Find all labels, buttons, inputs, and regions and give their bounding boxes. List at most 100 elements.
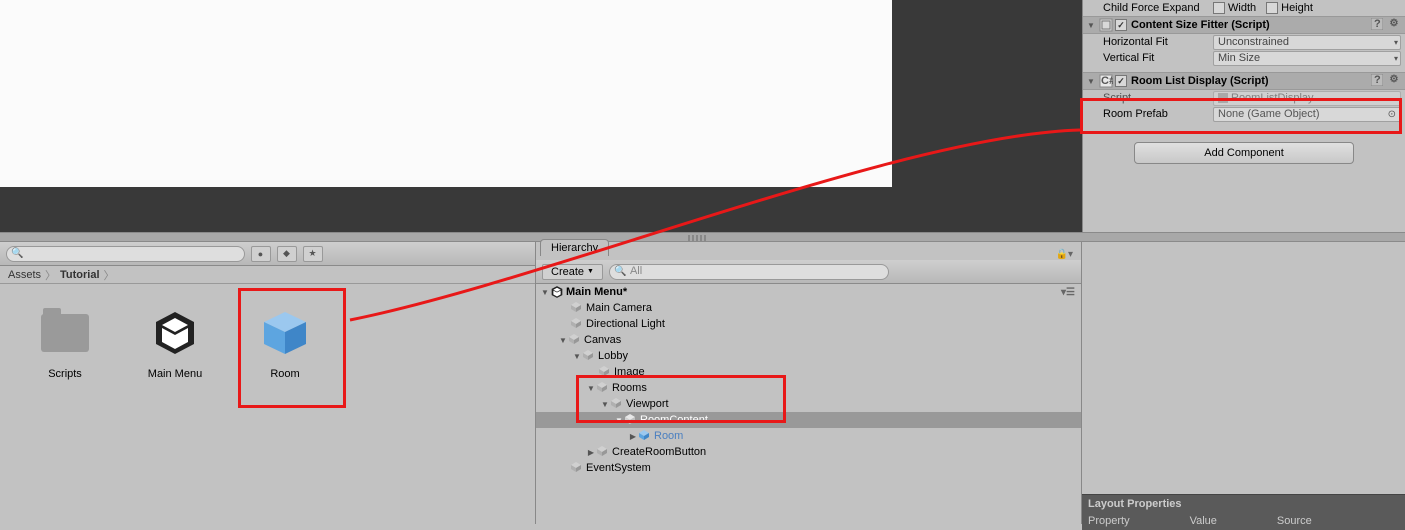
script-row: Script RoomListDisplay — [1083, 90, 1405, 106]
room-prefab-value: None (Game Object) — [1218, 108, 1319, 120]
node-label: EventSystem — [586, 462, 651, 474]
asset-room-prefab[interactable]: Room — [250, 304, 320, 380]
hierarchy-tree[interactable]: ▼ Main Menu* ▾☰ Main Camera Directional … — [536, 284, 1081, 524]
foldout-icon[interactable]: ▼ — [614, 416, 624, 425]
room-prefab-field[interactable]: None (Game Object) ⊙ — [1213, 107, 1401, 122]
folder-icon — [36, 304, 94, 362]
hierarchy-item-canvas[interactable]: ▼ Canvas — [536, 332, 1081, 348]
foldout-icon[interactable]: ▼ — [586, 384, 596, 393]
svg-text:C#: C# — [1101, 75, 1113, 87]
filter-button[interactable]: ◆ — [277, 246, 297, 262]
help-icon[interactable]: ? — [1371, 18, 1385, 32]
hierarchy-search[interactable]: 🔍 All — [609, 264, 889, 280]
col-value: Value — [1190, 515, 1217, 527]
hierarchy-tab[interactable]: Hierarchy — [540, 239, 609, 256]
search-icon: 🔍 — [11, 248, 23, 259]
hierarchy-toolbar: Create ▼ 🔍 All — [536, 260, 1081, 284]
add-component-label: Add Component — [1204, 147, 1284, 159]
panel-separator[interactable] — [0, 232, 1405, 242]
project-panel: 🔍 ● ◆ ★ Assets 〉 Tutorial 〉 Scripts — [0, 242, 536, 524]
hierarchy-item-main-camera[interactable]: Main Camera — [536, 300, 1081, 316]
layout-properties-title: Layout Properties — [1088, 498, 1182, 510]
horizontal-fit-value: Unconstrained — [1218, 36, 1289, 48]
node-label: Main Camera — [586, 302, 652, 314]
asset-label: Main Menu — [148, 368, 202, 380]
hierarchy-item-directional-light[interactable]: Directional Light — [536, 316, 1081, 332]
foldout-icon[interactable]: ▼ — [540, 288, 550, 297]
hierarchy-item-room[interactable]: ▶ Room — [536, 428, 1081, 444]
hierarchy-item-lobby[interactable]: ▼ Lobby — [536, 348, 1081, 364]
prefab-icon — [256, 304, 314, 362]
col-source: Source — [1277, 515, 1312, 527]
vertical-fit-row: Vertical Fit Min Size ▾ — [1083, 50, 1405, 66]
width-checkbox[interactable] — [1213, 2, 1225, 14]
foldout-icon[interactable]: ▼ — [1087, 21, 1099, 30]
asset-grid[interactable]: Scripts Main Menu — [0, 284, 535, 524]
width-label: Width — [1228, 2, 1256, 14]
hierarchy-item-room-content[interactable]: ▼ RoomContent — [536, 412, 1081, 428]
asset-main-menu-scene[interactable]: Main Menu — [140, 304, 210, 380]
foldout-icon[interactable]: ▶ — [628, 432, 638, 441]
horizontal-fit-dropdown[interactable]: Unconstrained ▾ — [1213, 35, 1401, 50]
script-icon: C# — [1099, 74, 1113, 88]
height-checkbox[interactable] — [1266, 2, 1278, 14]
foldout-icon[interactable]: ▼ — [600, 400, 610, 409]
gameobject-icon — [582, 349, 596, 363]
node-label: CreateRoomButton — [612, 446, 706, 458]
scene-name: Main Menu* — [566, 286, 627, 298]
create-button[interactable]: Create ▼ — [542, 264, 603, 280]
gear-icon[interactable]: ⚙ — [1387, 74, 1401, 88]
filter-button[interactable]: ★ — [303, 246, 323, 262]
foldout-icon[interactable]: ▼ — [558, 336, 568, 345]
layout-properties-columns: Property Value Source — [1082, 512, 1405, 530]
asset-scripts-folder[interactable]: Scripts — [30, 304, 100, 380]
script-ref-icon — [1218, 93, 1228, 103]
layout-properties-header[interactable]: Layout Properties — [1082, 494, 1405, 512]
gameobject-icon — [570, 301, 584, 315]
hierarchy-item-image[interactable]: Image — [536, 364, 1081, 380]
gameobject-icon — [610, 397, 624, 411]
add-component-button[interactable]: Add Component — [1134, 142, 1354, 164]
enable-checkbox[interactable] — [1115, 19, 1127, 31]
filter-button[interactable]: ● — [251, 246, 271, 262]
gameobject-icon — [596, 445, 610, 459]
object-picker-icon[interactable]: ⊙ — [1388, 109, 1396, 120]
breadcrumb-item[interactable]: Assets — [8, 269, 41, 281]
node-label: Rooms — [612, 382, 647, 394]
scene-canvas — [0, 0, 892, 187]
hierarchy-item-viewport[interactable]: ▼ Viewport — [536, 396, 1081, 412]
gameobject-icon — [568, 333, 582, 347]
scene-menu-icon[interactable]: ▾☰ — [1061, 287, 1075, 298]
component-title: Room List Display (Script) — [1131, 75, 1369, 87]
room-list-display-header[interactable]: ▼ C# Room List Display (Script) ? ⚙ — [1083, 72, 1405, 90]
foldout-icon[interactable]: ▼ — [1087, 77, 1099, 86]
breadcrumb-item[interactable]: Tutorial — [60, 269, 100, 281]
gear-icon[interactable]: ⚙ — [1387, 18, 1401, 32]
script-field: RoomListDisplay — [1213, 91, 1401, 106]
node-label: RoomContent — [640, 414, 708, 426]
help-icon[interactable]: ? — [1371, 74, 1385, 88]
foldout-icon[interactable]: ▶ — [586, 448, 596, 457]
content-size-fitter-header[interactable]: ▼ Content Size Fitter (Script) ? ⚙ — [1083, 16, 1405, 34]
chevron-down-icon: ▼ — [587, 268, 594, 275]
gameobject-icon — [624, 413, 638, 427]
vertical-fit-dropdown[interactable]: Min Size ▾ — [1213, 51, 1401, 66]
scene-row[interactable]: ▼ Main Menu* ▾☰ — [536, 284, 1081, 300]
chevron-down-icon: ▾ — [1394, 38, 1398, 47]
child-force-expand-row: Child Force Expand Width Height — [1083, 0, 1405, 16]
lock-icon[interactable]: 🔒▾ — [1056, 249, 1073, 260]
gameobject-icon — [570, 461, 584, 475]
hierarchy-item-rooms[interactable]: ▼ Rooms — [536, 380, 1081, 396]
hierarchy-item-create-room-button[interactable]: ▶ CreateRoomButton — [536, 444, 1081, 460]
asset-label: Room — [270, 368, 299, 380]
script-label: Script — [1103, 92, 1213, 104]
foldout-icon[interactable]: ▼ — [572, 352, 582, 361]
hierarchy-item-event-system[interactable]: EventSystem — [536, 460, 1081, 476]
scene-view[interactable] — [0, 0, 1082, 232]
project-search[interactable]: 🔍 — [6, 246, 245, 262]
node-label: Directional Light — [586, 318, 665, 330]
node-label: Room — [654, 430, 683, 442]
svg-text:?: ? — [1374, 18, 1381, 30]
search-icon: 🔍 — [614, 266, 626, 277]
enable-checkbox[interactable] — [1115, 75, 1127, 87]
